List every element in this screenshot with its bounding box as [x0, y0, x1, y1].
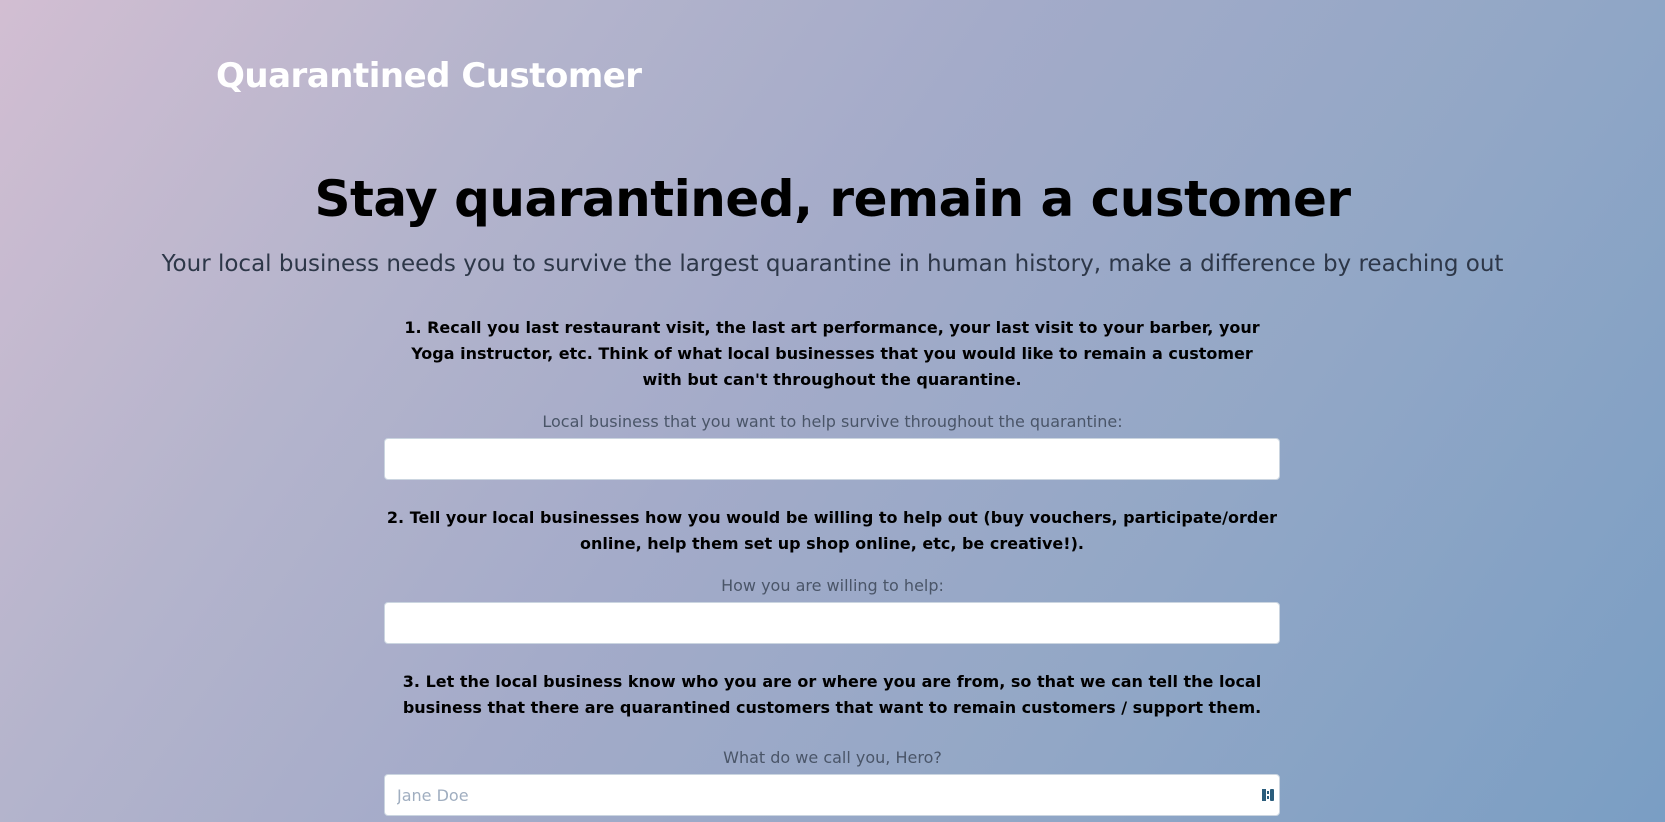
password-manager-icon[interactable] — [1262, 788, 1274, 802]
help-field-label: How you are willing to help: — [721, 576, 944, 595]
step-2-instruction: 2. Tell your local businesses how you wo… — [386, 508, 1278, 553]
help-input[interactable] — [384, 602, 1280, 644]
step-3-instruction: 3. Let the local business know who you a… — [402, 672, 1262, 717]
business-input[interactable] — [384, 438, 1280, 480]
hero-title: Stay quarantined, remain a customer — [314, 170, 1351, 228]
brand-logo-text[interactable]: Quarantined Customer — [216, 56, 642, 96]
business-field-label: Local business that you want to help sur… — [542, 412, 1123, 431]
name-field-label: What do we call you, Hero? — [723, 748, 942, 767]
name-input[interactable] — [384, 774, 1280, 816]
hero-subtitle: Your local business needs you to survive… — [161, 251, 1504, 277]
step-1-instruction: 1. Recall you last restaurant visit, the… — [404, 318, 1260, 389]
